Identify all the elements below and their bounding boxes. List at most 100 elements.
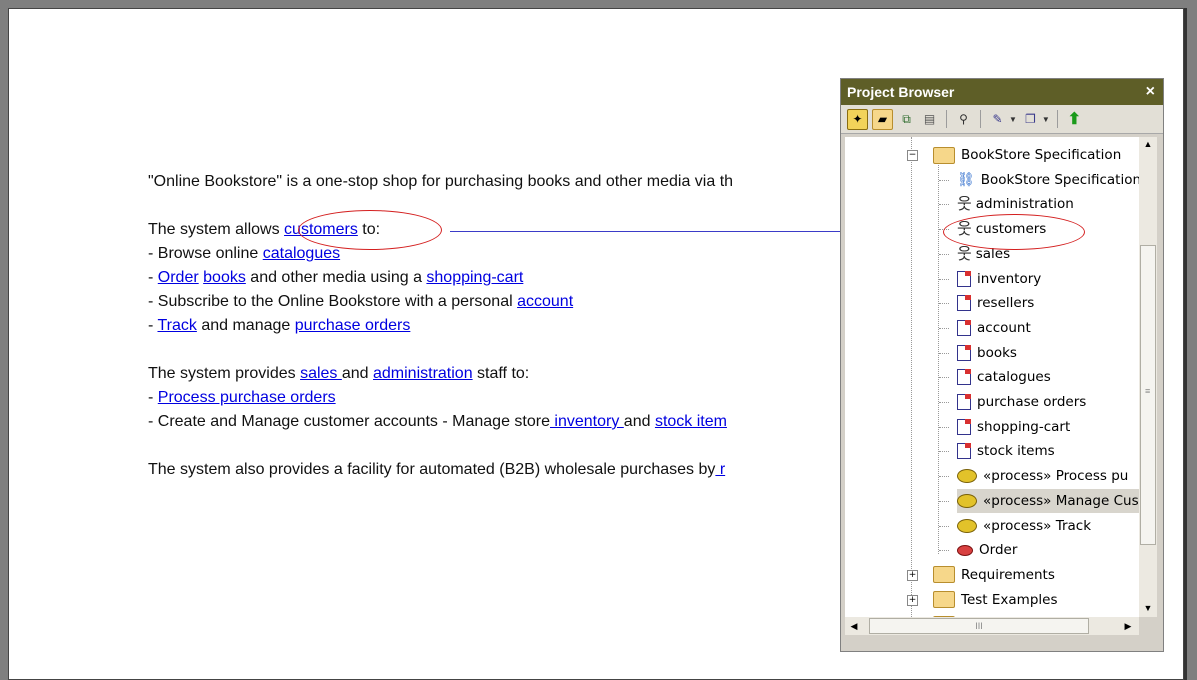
hyperlink[interactable]: shopping-cart: [426, 269, 523, 286]
find-icon[interactable]: ⚲: [954, 110, 973, 129]
tree-folder[interactable]: BookStore Specification: [933, 143, 1125, 167]
tree-branch-line: [939, 352, 949, 354]
document-line: - Track and manage purchase orders: [148, 314, 838, 338]
tree-branch-line: [939, 550, 949, 552]
form-element-icon: [957, 319, 971, 336]
tree-item[interactable]: «process» Track: [957, 514, 1095, 538]
actor-icon: 웃: [957, 194, 972, 214]
tree-item-label: account: [977, 319, 1031, 336]
hyperlink[interactable]: stock item: [655, 413, 727, 430]
chevron-down-icon[interactable]: ▼: [1009, 115, 1017, 124]
close-icon[interactable]: ×: [1146, 79, 1155, 105]
class-element-icon: [957, 544, 973, 556]
tree-branch-line: [939, 451, 949, 453]
text-span: The system provides: [148, 365, 301, 382]
text-span: The system allows: [148, 221, 285, 238]
hyperlink[interactable]: administration: [373, 365, 473, 382]
horizontal-scroll-thumb[interactable]: III: [869, 618, 1089, 634]
text-span: and manage: [196, 317, 295, 334]
tree-item[interactable]: purchase orders: [957, 390, 1090, 414]
folder-icon: [933, 146, 955, 164]
tree-branch-line: [939, 500, 949, 502]
new-package-icon[interactable]: ✦: [847, 108, 868, 130]
tree-item[interactable]: ⛓ BookStore Specification: [957, 168, 1139, 192]
tree-item-label: catalogues: [977, 369, 1051, 386]
tree-item[interactable]: inventory: [957, 267, 1045, 291]
hyperlink[interactable]: Order: [158, 269, 199, 286]
collapse-icon[interactable]: ❐: [1021, 110, 1040, 129]
horizontal-scrollbar[interactable]: ◀ III ▶: [845, 617, 1139, 635]
collapse-tree-icon[interactable]: −: [907, 150, 918, 161]
expand-icon[interactable]: +: [907, 594, 918, 606]
text-span: "Online Bookstore" is a one-stop shop fo…: [148, 173, 734, 190]
text-span: and: [341, 365, 373, 382]
hyperlink[interactable]: books: [203, 269, 246, 286]
tree-item[interactable]: Order: [957, 538, 1021, 562]
expand-icon[interactable]: +: [907, 569, 918, 581]
tree-branch-line: [939, 327, 949, 329]
tree-item[interactable]: stock items: [957, 439, 1059, 463]
document-line: - Process purchase orders: [148, 386, 838, 410]
vertical-scrollbar[interactable]: ▲ ≡ ▼: [1139, 137, 1157, 617]
move-up-icon[interactable]: ⬆: [1065, 110, 1084, 129]
tree-branch-line: [939, 253, 949, 255]
hyperlink[interactable]: inventory: [550, 413, 624, 430]
form-element-icon: [957, 295, 971, 312]
tree-item[interactable]: books: [957, 341, 1021, 365]
new-folder-icon[interactable]: ▰: [872, 108, 893, 130]
process-icon: [957, 493, 977, 508]
tree-branch-line: [939, 426, 949, 428]
new-diagram-icon[interactable]: ⧉: [897, 110, 916, 129]
tree-branch-line: [939, 525, 949, 527]
tree-item[interactable]: «process» Manage Cus: [957, 488, 1139, 513]
hyperlink[interactable]: Track: [157, 317, 196, 334]
hyperlink[interactable]: Process purchase orders: [158, 389, 336, 406]
text-span: The system also provides a facility for …: [148, 461, 716, 478]
annotation-ellipse-customers-tree: [943, 214, 1085, 250]
tree-item-label: administration: [975, 196, 1074, 213]
vertical-scroll-thumb[interactable]: ≡: [1140, 245, 1156, 545]
form-element-icon: [957, 369, 971, 386]
actor-icon: 웃: [957, 243, 972, 263]
tree-item[interactable]: resellers: [957, 291, 1038, 315]
scroll-up-arrow-icon[interactable]: ▲: [1139, 139, 1157, 149]
scroll-right-arrow-icon[interactable]: ▶: [1119, 617, 1137, 635]
properties-icon[interactable]: ✎: [988, 110, 1007, 129]
tree-folder[interactable]: Requirements: [933, 563, 1059, 587]
tree-item-label: BookStore Specification: [980, 171, 1139, 188]
hyperlink[interactable]: sales: [300, 365, 342, 382]
tree-item-label: «process» Manage Cus: [983, 492, 1139, 509]
document-line: - Order books and other media using a sh…: [148, 266, 838, 290]
scroll-left-arrow-icon[interactable]: ◀: [845, 617, 863, 635]
tree-item[interactable]: account: [957, 316, 1035, 340]
tree-item-label: Test Examples: [961, 591, 1058, 608]
diagram-icon: ⛓: [957, 171, 975, 188]
tree-item-label: «process» Track: [983, 517, 1092, 534]
tree-item[interactable]: 웃 administration: [957, 192, 1078, 216]
document-text: "Online Bookstore" is a one-stop shop fo…: [148, 170, 838, 490]
chevron-down-icon[interactable]: ▼: [1042, 115, 1050, 124]
tree-item[interactable]: catalogues: [957, 365, 1055, 389]
tree-branch-line: [939, 179, 949, 181]
tree-item[interactable]: «process» Process pu: [957, 464, 1132, 488]
hyperlink[interactable]: purchase orders: [295, 317, 411, 334]
text-span: - Create and Manage customer accounts - …: [148, 413, 550, 430]
form-element-icon: [957, 418, 971, 435]
tree-item-label: Requirements: [961, 566, 1055, 583]
hyperlink[interactable]: catalogues: [263, 245, 340, 262]
document-line: - Browse online catalogues: [148, 242, 838, 266]
hyperlink[interactable]: r: [715, 461, 725, 478]
text-span: -: [148, 389, 158, 406]
folder-icon: [933, 566, 955, 584]
document-line: - Subscribe to the Online Bookstore with…: [148, 290, 838, 314]
tree-item[interactable]: shopping-cart: [957, 415, 1074, 439]
project-browser-titlebar: Project Browser ×: [841, 79, 1163, 105]
tree-folder[interactable]: Test Examples: [933, 588, 1061, 612]
project-tree[interactable]: − BookStore Specification ⛓ BookStore Speci…: [845, 137, 1139, 617]
hyperlink[interactable]: account: [517, 293, 573, 310]
scroll-down-arrow-icon[interactable]: ▼: [1139, 603, 1157, 613]
form-element-icon: [957, 270, 971, 287]
new-element-icon[interactable]: ▤: [920, 110, 939, 129]
